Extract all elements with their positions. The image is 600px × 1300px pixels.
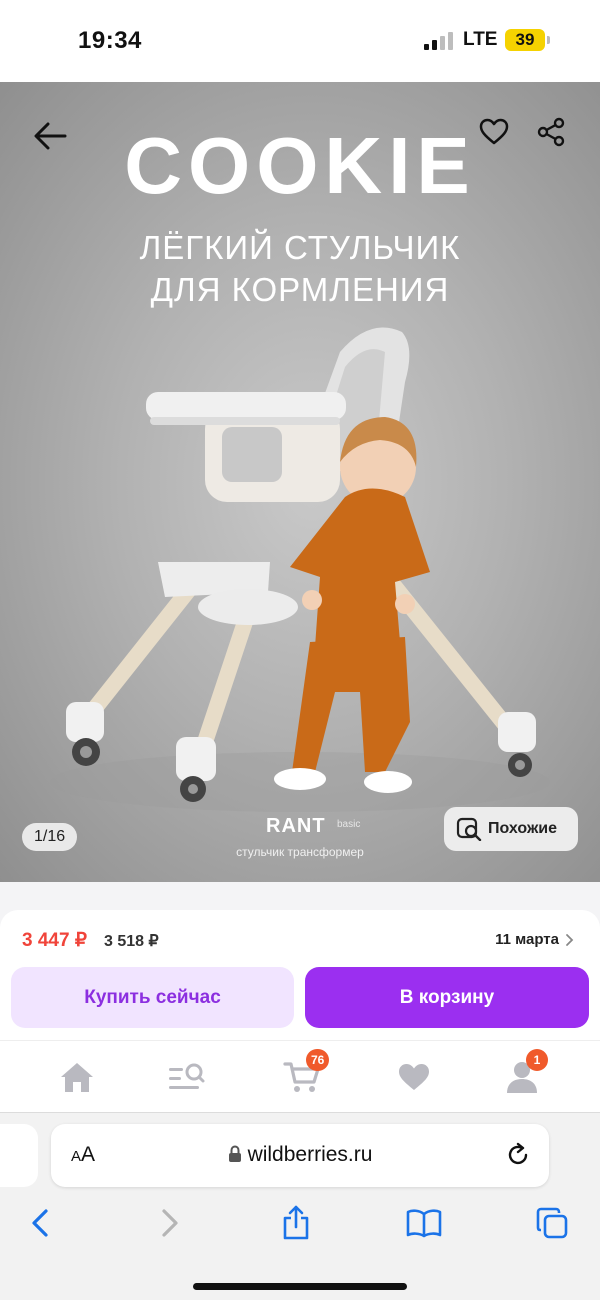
cart-badge: 76 — [306, 1049, 330, 1071]
current-price: 3 447 ₽ — [22, 930, 87, 951]
photo-subtitle-line-1: ЛЁГКИЙ СТУЛЬЧИК — [139, 229, 461, 266]
tab-home[interactable] — [55, 1055, 99, 1099]
app-tab-bar: 76 1 — [0, 1040, 600, 1112]
chevron-right-icon — [566, 933, 574, 946]
rant-logo-basic: basic — [337, 819, 361, 830]
heart-icon — [399, 1064, 429, 1090]
image-counter: 1/16 — [22, 823, 78, 851]
tab-profile[interactable]: 1 — [500, 1049, 548, 1099]
bookmarks-icon — [406, 1209, 442, 1238]
reload-icon — [508, 1142, 528, 1165]
battery-indicator: 39 — [505, 29, 545, 51]
profile-badge: 1 — [526, 1049, 548, 1071]
browser-tabs-button[interactable] — [532, 1203, 572, 1243]
status-bar: 19:34 LTE 39 — [0, 0, 600, 82]
previous-tab-preview[interactable] — [0, 1124, 38, 1187]
url-text: wildberries.ru — [247, 1143, 373, 1166]
tab-catalog[interactable] — [164, 1055, 208, 1099]
tab-favorites[interactable] — [392, 1055, 436, 1099]
url-display[interactable]: wildberries.ru — [51, 1143, 549, 1167]
image-search-icon — [456, 817, 482, 841]
delivery-date: 11 марта — [495, 931, 559, 948]
similar-products-label: Похожие — [488, 820, 558, 837]
battery-cap — [547, 36, 550, 44]
share-icon — [283, 1205, 309, 1240]
browser-bookmarks-button[interactable] — [404, 1203, 444, 1243]
photo-subtitle-line-2: ДЛЯ КОРМЛЕНИЯ — [150, 271, 450, 308]
forward-chevron-icon — [162, 1209, 178, 1237]
delivery-date-link[interactable]: 11 марта — [495, 931, 574, 948]
status-time: 19:34 — [78, 27, 142, 54]
home-icon — [61, 1063, 93, 1092]
home-indicator — [193, 1283, 407, 1290]
old-price: 3 518 ₽ — [104, 933, 159, 950]
network-type: LTE — [463, 29, 498, 50]
browser-toolbar: AA wildberries.ru — [0, 1112, 600, 1300]
photo-brand-title: COOKIE — [124, 121, 476, 210]
browser-forward-button[interactable] — [150, 1203, 190, 1243]
rant-logo: RANT — [266, 815, 326, 837]
add-to-cart-button[interactable]: В корзину — [305, 967, 589, 1028]
browser-share-button[interactable] — [276, 1203, 316, 1243]
lock-icon — [228, 1145, 241, 1162]
address-bar[interactable]: AA wildberries.ru — [51, 1124, 549, 1187]
purchase-panel: 3 447 ₽ 3 518 ₽ 11 марта Купить сейчас В… — [0, 882, 600, 1040]
product-image-gallery[interactable]: COOKIE ЛЁГКИЙ СТУЛЬЧИК ДЛЯ КОРМЛЕНИЯ RAN… — [0, 82, 600, 882]
browser-back-button[interactable] — [20, 1203, 60, 1243]
catalog-search-icon — [169, 1063, 205, 1089]
tabs-icon — [536, 1207, 568, 1239]
signal-strength-icon — [424, 30, 454, 50]
tab-cart[interactable]: 76 — [280, 1049, 330, 1099]
reload-button[interactable] — [505, 1142, 531, 1173]
buy-now-button[interactable]: Купить сейчас — [11, 967, 294, 1028]
similar-products-button[interactable]: Похожие — [444, 807, 578, 851]
back-chevron-icon — [32, 1209, 48, 1237]
photo-subtitle: ЛЁГКИЙ СТУЛЬЧИК ДЛЯ КОРМЛЕНИЯ — [0, 227, 600, 311]
